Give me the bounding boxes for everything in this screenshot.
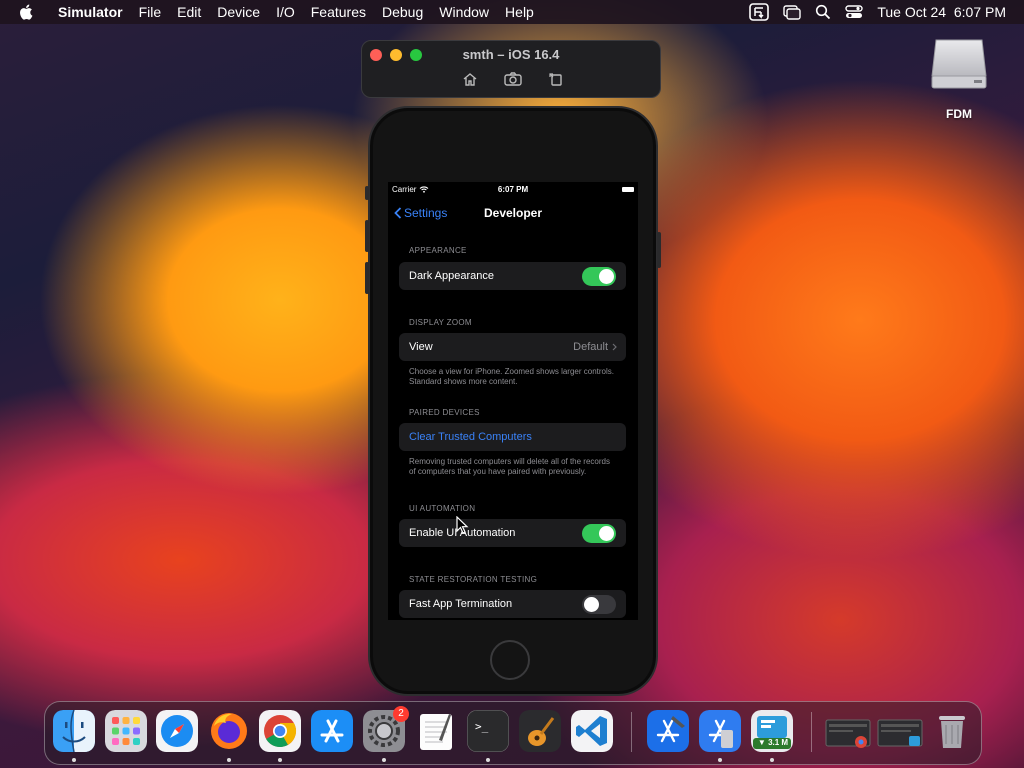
section-header-ui-automation: UI AUTOMATION (409, 504, 476, 513)
battery-icon (622, 187, 634, 192)
clear-trusted-computers-label: Clear Trusted Computers (409, 431, 532, 443)
desktop-drive[interactable]: FDM (928, 36, 990, 121)
menu-clock[interactable]: Tue Oct 24 6:07 PM (877, 4, 1006, 20)
control-center-icon[interactable] (845, 4, 864, 20)
mute-switch (365, 186, 369, 200)
menu-device[interactable]: Device (209, 0, 268, 24)
safari-icon[interactable] (156, 710, 198, 752)
volume-down-button (365, 262, 369, 294)
display-zoom-footer: Choose a view for iPhone. Zoomed shows l… (409, 367, 614, 386)
minimized-window-downloads[interactable] (877, 710, 923, 752)
menu-app-name[interactable]: Simulator (50, 0, 131, 24)
section-header-display-zoom: DISPLAY ZOOM (409, 318, 472, 327)
app-store-icon[interactable] (311, 710, 353, 752)
menu-window[interactable]: Window (431, 0, 497, 24)
apple-logo-icon[interactable] (18, 3, 36, 21)
home-button[interactable] (490, 640, 530, 680)
dock: 2 >_ ▼ 3.1 M (44, 701, 982, 765)
section-header-paired-devices: PAIRED DEVICES (409, 408, 480, 417)
status-time: 6:07 PM (497, 185, 529, 194)
dark-appearance-toggle[interactable] (582, 267, 616, 286)
section-header-appearance: APPEARANCE (409, 246, 467, 255)
section-header-state-restoration: STATE RESTORATION TESTING (409, 575, 538, 584)
menu-edit[interactable]: Edit (169, 0, 209, 24)
dark-appearance-label: Dark Appearance (409, 270, 494, 282)
hard-drive-icon (931, 39, 987, 89)
rotate-device-icon[interactable] (548, 71, 564, 87)
minimized-window-chrome[interactable] (825, 710, 871, 752)
view-label: View (409, 341, 433, 353)
ios-status-bar: Carrier 6:07 PM (388, 184, 638, 198)
download-speed-label: ▼ 3.1 M (757, 738, 789, 747)
garageband-icon[interactable] (519, 710, 561, 752)
iphone-screen: Carrier 6:07 PM Settings Developer APPEA… (388, 182, 638, 620)
cell-dark-appearance: Dark Appearance (399, 262, 626, 290)
nav-title: Developer (483, 206, 543, 220)
download-manager-menu-icon[interactable] (749, 3, 770, 21)
mouse-cursor-icon (456, 516, 469, 534)
simulator-titlebar: smth – iOS 16.4 (361, 40, 661, 98)
terminal-icon[interactable]: >_ (467, 710, 509, 752)
cell-fast-app-termination: Fast App Termination (399, 590, 626, 618)
menu-bar: Simulator File Edit Device I/O Features … (0, 0, 1024, 24)
home-icon[interactable] (462, 71, 478, 87)
menu-debug[interactable]: Debug (374, 0, 431, 24)
xcode-icon[interactable] (647, 710, 689, 752)
trash-icon[interactable] (931, 710, 973, 752)
screenshot-camera-icon[interactable] (504, 71, 522, 87)
cell-enable-ui-automation: Enable UI Automation (399, 519, 626, 547)
enable-ui-automation-toggle[interactable] (582, 524, 616, 543)
vscode-icon[interactable] (571, 710, 613, 752)
simulator-icon[interactable] (699, 710, 741, 752)
fast-app-termination-label: Fast App Termination (409, 598, 513, 610)
menu-io[interactable]: I/O (268, 0, 303, 24)
menu-features[interactable]: Features (303, 0, 374, 24)
menu-help[interactable]: Help (497, 0, 542, 24)
menu-file[interactable]: File (131, 0, 170, 24)
finder-icon[interactable] (53, 710, 95, 752)
spotlight-search-icon[interactable] (815, 4, 831, 20)
dock-separator-2 (811, 712, 812, 752)
screen-mirroring-icon[interactable] (783, 4, 802, 20)
cell-clear-trusted-computers[interactable]: Clear Trusted Computers (399, 423, 626, 451)
svg-text:>_: >_ (475, 720, 489, 733)
volume-up-button (365, 220, 369, 252)
view-value: Default (573, 341, 608, 353)
simulator-window-title: smth – iOS 16.4 (462, 47, 560, 62)
iphone-device-frame: Carrier 6:07 PM Settings Developer APPEA… (365, 106, 661, 696)
power-button (657, 232, 661, 268)
chrome-icon[interactable] (259, 710, 301, 752)
cell-view[interactable]: View Default (399, 333, 626, 361)
textedit-icon[interactable] (415, 710, 457, 752)
drive-label: FDM (946, 107, 972, 121)
firefox-icon[interactable] (208, 710, 250, 752)
launchpad-icon[interactable] (105, 710, 147, 752)
fast-app-termination-toggle[interactable] (582, 595, 616, 614)
settings-badge: 2 (393, 706, 409, 722)
navigation-bar: Settings Developer (388, 202, 638, 226)
dock-separator (631, 712, 632, 752)
chevron-right-icon (612, 343, 617, 351)
paired-devices-footer: Removing trusted computers will delete a… (409, 457, 610, 476)
